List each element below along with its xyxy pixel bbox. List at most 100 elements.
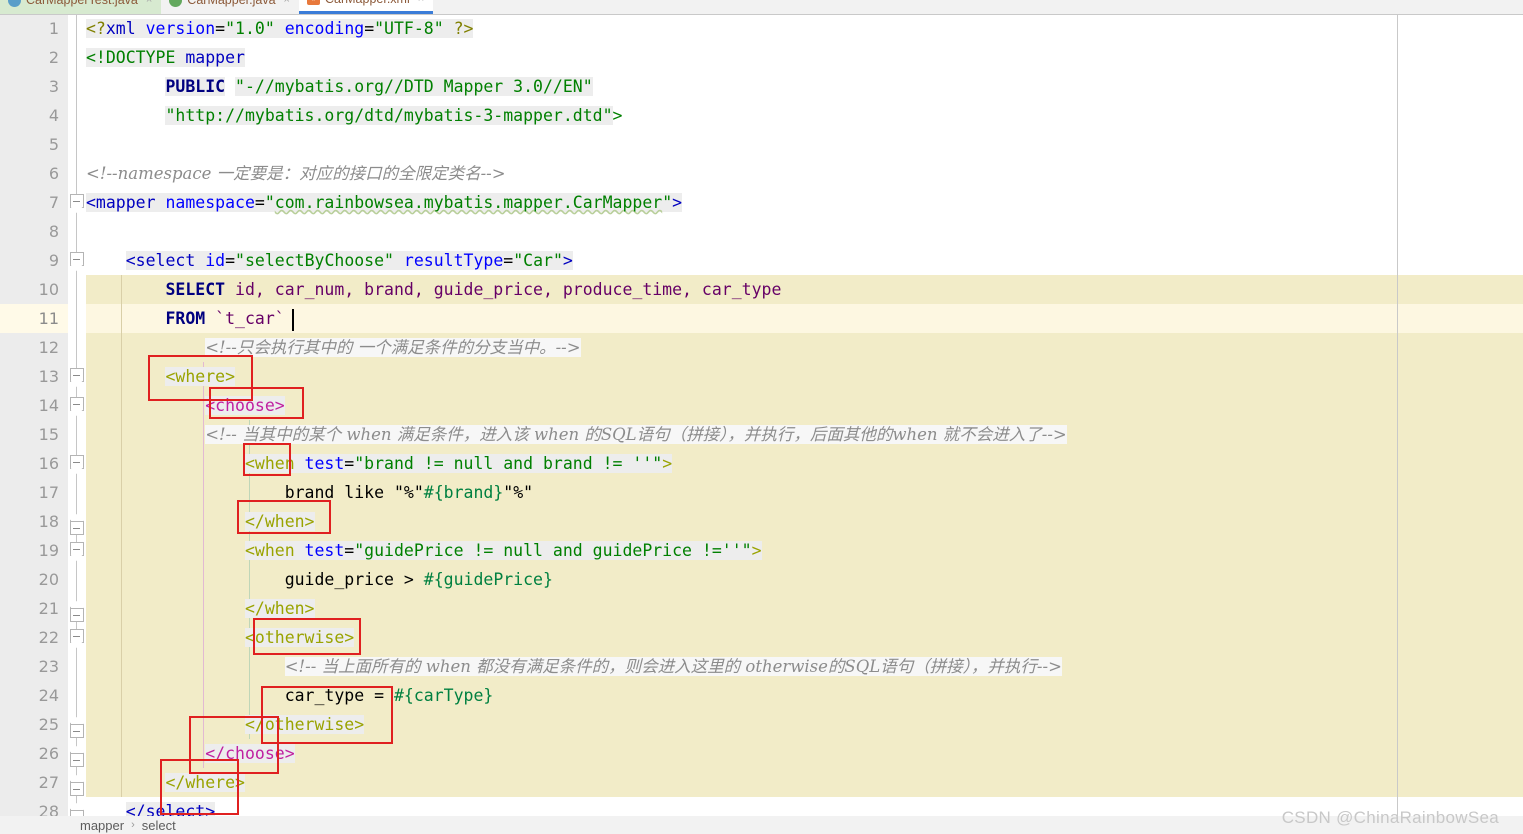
code-line-12[interactable]: <!--只会执行其中的 一个满足条件的分支当中。--> [86, 333, 581, 362]
code-line-4[interactable]: "http://mybatis.org/dtd/mybatis-3-mapper… [86, 101, 622, 130]
fold-marker-where-end[interactable] [69, 782, 84, 796]
code-editor[interactable]: 1 2 3 4 5 6 7 8 9 10 11 12 13 14 15 16 1… [0, 14, 1523, 816]
fold-marker-when2[interactable] [69, 542, 84, 556]
line-number: 9 [48, 251, 59, 270]
fold-marker-choose[interactable] [69, 397, 84, 411]
token-gt: > [672, 193, 683, 212]
right-margin-guide [1397, 14, 1398, 816]
code-line-24[interactable]: car_type = #{carType} [86, 681, 494, 710]
code-line-19[interactable]: <when test="guidePrice != null and guide… [86, 536, 762, 565]
token-sql-eq-op: = [364, 686, 394, 705]
text-caret [292, 309, 294, 331]
token-attr-test: test [294, 454, 345, 473]
code-line-9[interactable]: <select id="selectByChoose" resultType="… [86, 246, 573, 275]
token-sql-brand-like: brand like [284, 483, 394, 502]
line-number: 19 [38, 541, 59, 560]
token-sql-car-type: car_type [284, 686, 365, 705]
code-line-3[interactable]: PUBLIC "-//mybatis.org//DTD Mapper 3.0//… [86, 72, 593, 101]
line-number: 6 [48, 164, 59, 183]
line-number: 5 [48, 135, 59, 154]
code-line-2[interactable]: <!DOCTYPE mapper [86, 43, 245, 72]
line-number: 20 [38, 570, 59, 589]
editor-tab-bar: CarMapperTest.java × CarMapper.java × <>… [0, 0, 1523, 15]
token-system-id: "http://mybatis.org/dtd/mybatis-3-mapper… [165, 106, 613, 125]
java-interface-icon [169, 0, 183, 7]
tab-label: CarMapper.xml [325, 0, 410, 6]
token-when-open: <when [244, 541, 295, 560]
line-number: 21 [38, 599, 59, 618]
token-choose-open: <choose> [205, 396, 285, 415]
token-sql-guide-price: guide_price [284, 570, 394, 589]
fold-marker-otherwise-end[interactable] [69, 724, 84, 738]
token-select-open: <select [125, 251, 196, 270]
code-line-17[interactable]: brand like "%"#{brand}"%" [86, 478, 533, 507]
token-eq: = [215, 19, 226, 38]
code-line-10[interactable]: SELECT id, car_num, brand, guide_price, … [86, 275, 781, 304]
code-line-22[interactable]: <otherwise> [86, 623, 355, 652]
line-number: 16 [38, 454, 59, 473]
token-param-brand: #{brand} [423, 483, 504, 502]
code-text-area[interactable]: <?xml version="1.0" encoding="UTF-8" ?> … [86, 14, 1523, 816]
code-line-21[interactable]: </when> [86, 594, 315, 623]
close-icon[interactable]: × [146, 0, 152, 6]
fold-marker-when2-end[interactable] [69, 608, 84, 622]
token-gt: > [751, 541, 762, 560]
token-param-cartype: #{carType} [393, 686, 494, 705]
watermark: CSDN @ChinaRainbowSea [1281, 808, 1499, 827]
token-gt: > [562, 251, 573, 270]
token-eq: = [225, 251, 236, 270]
code-line-7[interactable]: <mapper namespace="com.rainbowsea.mybati… [86, 188, 683, 217]
breadcrumb-item-mapper[interactable]: mapper [80, 818, 124, 833]
token-attr-namespace: namespace [155, 193, 255, 212]
token-when-close: </when> [244, 512, 315, 531]
token-xml-decl-open: <? [86, 19, 106, 38]
line-number: 27 [38, 773, 59, 792]
line-number: 26 [38, 744, 59, 763]
code-line-23[interactable]: <!-- 当上面所有的 when 都没有满足条件的，则会进入这里的 otherw… [86, 652, 1062, 681]
fold-marker-choose-end[interactable] [69, 753, 84, 767]
code-line-26[interactable]: </choose> [86, 739, 295, 768]
code-folding-strip[interactable] [68, 14, 86, 816]
fold-marker-select[interactable] [69, 252, 84, 266]
token-doctype-name: mapper [175, 48, 245, 67]
code-line-6[interactable]: <!--namespace 一定要是：对应的接口的全限定类名--> [86, 159, 506, 188]
token-quote: " [264, 193, 275, 212]
code-line-15[interactable]: <!-- 当其中的某个 when 满足条件，进入该 when 的SQL语句（拼接… [86, 420, 1067, 449]
code-line-28[interactable]: </select> [86, 797, 216, 816]
line-number: 25 [38, 715, 59, 734]
breadcrumb-item-select[interactable]: select [142, 818, 176, 833]
line-number: 12 [38, 338, 59, 357]
code-line-16[interactable]: <when test="brand != null and brand != '… [86, 449, 673, 478]
line-number-gutter[interactable]: 1 2 3 4 5 6 7 8 9 10 11 12 13 14 15 16 1… [0, 14, 68, 816]
line-number: 18 [38, 512, 59, 531]
code-line-27[interactable]: </where> [86, 768, 245, 797]
token-eq: = [344, 541, 355, 560]
fold-marker-when1[interactable] [69, 455, 84, 469]
line-number: 3 [48, 77, 59, 96]
code-line-20[interactable]: guide_price > #{guidePrice} [86, 565, 553, 594]
tab-carmappertest-java[interactable]: CarMapperTest.java × [0, 0, 162, 14]
token-otherwise-open: <otherwise> [244, 628, 355, 647]
code-line-13[interactable]: <where> [86, 362, 236, 391]
code-line-25[interactable]: </otherwise> [86, 710, 365, 739]
token-eq: = [364, 19, 375, 38]
tab-label: CarMapperTest.java [26, 0, 138, 7]
tab-carmapper-xml[interactable]: <> CarMapper.xml × [298, 0, 434, 14]
close-icon[interactable]: × [418, 0, 424, 5]
close-icon[interactable]: × [284, 0, 290, 6]
line-number: 2 [48, 48, 59, 67]
token-doctype-open: <!DOCTYPE [86, 48, 176, 67]
token-sql-table: `t_car` [205, 309, 285, 328]
fold-marker-where[interactable] [69, 368, 84, 382]
token-val-test-brand: "brand != null and brand != ''" [354, 454, 663, 473]
code-line-18[interactable]: </when> [86, 507, 315, 536]
fold-marker-when1-end[interactable] [69, 521, 84, 535]
xml-file-icon: <> [306, 0, 320, 5]
line-number: 13 [38, 367, 59, 386]
code-line-1[interactable]: <?xml version="1.0" encoding="UTF-8" ?> [86, 14, 474, 43]
tab-carmapper-java[interactable]: CarMapper.java × [161, 0, 299, 14]
code-line-14[interactable]: <choose> [86, 391, 285, 420]
fold-marker-mapper[interactable] [69, 194, 84, 208]
fold-marker-otherwise[interactable] [69, 629, 84, 643]
code-line-11[interactable]: FROM `t_car` [86, 304, 285, 333]
